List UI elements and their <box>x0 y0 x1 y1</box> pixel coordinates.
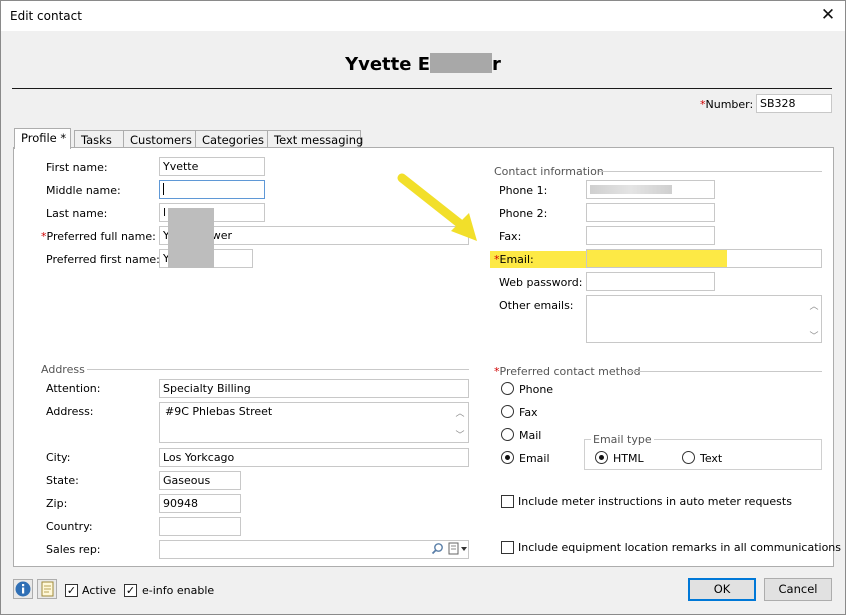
header-divider <box>12 88 832 89</box>
sales-rep-label: Sales rep: <box>46 543 101 556</box>
state-label: State: <box>46 474 79 487</box>
other-emails-field[interactable] <box>586 295 822 343</box>
contact-name-tail: r <box>492 54 501 75</box>
radio-text[interactable] <box>682 451 695 464</box>
tab-customers[interactable]: Customers <box>123 130 199 148</box>
equipment-remarks-checkbox[interactable] <box>501 541 514 554</box>
phone2-label: Phone 2: <box>499 207 548 220</box>
info-button[interactable] <box>13 579 33 599</box>
equipment-remarks-label: Include equipment location remarks in al… <box>518 541 842 554</box>
radio-mail[interactable] <box>501 428 514 441</box>
contact-info-title: Contact information <box>494 165 604 178</box>
radio-email-label: Email <box>519 452 550 465</box>
state-field[interactable]: Gaseous <box>159 471 241 490</box>
radio-fax-label: Fax <box>519 406 538 419</box>
address-label: Address: <box>46 405 94 418</box>
scroll-down-icon[interactable]: ﹀ <box>454 428 466 441</box>
phone1-field[interactable] <box>586 180 715 199</box>
fax-field[interactable] <box>586 226 715 245</box>
phone1-label: Phone 1: <box>499 184 548 197</box>
redaction-block <box>590 185 672 194</box>
radio-fax[interactable] <box>501 405 514 418</box>
tab-categories[interactable]: Categories <box>195 130 274 148</box>
notes-button[interactable] <box>37 579 57 599</box>
annotation-arrow-icon <box>397 173 477 241</box>
ok-button[interactable]: OK <box>688 578 756 601</box>
redaction-block <box>168 208 214 268</box>
number-label: *Number: <box>700 98 754 111</box>
edit-contact-dialog: Edit contact ✕ Yvette Er *Number: SB328 … <box>0 0 846 615</box>
contact-name-text: Yvette E <box>345 54 431 75</box>
address-divider <box>87 369 469 370</box>
radio-phone[interactable] <box>501 382 514 395</box>
notes-icon <box>41 581 54 597</box>
country-field[interactable] <box>159 517 241 536</box>
preferred-full-name-label: *Preferred full name: <box>41 230 156 243</box>
einfo-enable-checkbox[interactable]: ✓ <box>124 584 137 597</box>
scroll-down-icon[interactable]: ﹀ <box>808 329 820 342</box>
radio-text-label: Text <box>700 452 723 465</box>
attention-field[interactable]: Specialty Billing <box>159 379 469 398</box>
middle-name-label: Middle name: <box>46 184 121 197</box>
active-label: Active <box>82 584 117 597</box>
preferred-contact-title: *Preferred contact method <box>494 365 641 378</box>
middle-name-field[interactable] <box>159 180 265 199</box>
address-title: Address <box>41 363 85 376</box>
last-name-label: Last name: <box>46 207 108 220</box>
email-highlight-fill <box>587 250 727 267</box>
redaction-block <box>430 53 493 73</box>
email-label: *Email: <box>494 253 534 266</box>
title-bar: Edit contact ✕ <box>1 1 845 31</box>
city-field[interactable]: Los Yorkcago <box>159 448 469 467</box>
email-type-title: Email type <box>591 433 654 446</box>
preferred-contact-divider <box>628 371 822 372</box>
other-emails-label: Other emails: <box>499 299 574 312</box>
zip-label: Zip: <box>46 497 68 510</box>
attention-label: Attention: <box>46 382 101 395</box>
cancel-button[interactable]: Cancel <box>764 578 832 601</box>
active-checkbox[interactable]: ✓ <box>65 584 78 597</box>
sales-rep-field[interactable] <box>159 540 469 559</box>
radio-email[interactable] <box>501 451 514 464</box>
radio-mail-label: Mail <box>519 429 542 442</box>
number-field[interactable]: SB328 <box>756 94 832 113</box>
zip-field[interactable]: 90948 <box>159 494 241 513</box>
search-icon[interactable] <box>431 542 444 555</box>
preferred-first-name-label: Preferred first name: <box>46 253 160 266</box>
close-icon[interactable]: ✕ <box>817 5 839 27</box>
contact-info-divider <box>599 171 822 172</box>
web-password-label: Web password: <box>499 276 583 289</box>
info-icon <box>15 581 31 597</box>
einfo-enable-label: e-info enable <box>142 584 215 597</box>
contact-card-icon[interactable] <box>448 542 468 555</box>
first-name-field[interactable]: Yvette <box>159 157 265 176</box>
web-password-field[interactable] <box>586 272 715 291</box>
country-label: Country: <box>46 520 93 533</box>
address-field[interactable]: #9C Phlebas Street <box>159 402 469 443</box>
scroll-up-icon[interactable]: ︿ <box>454 406 466 419</box>
first-name-label: First name: <box>46 161 108 174</box>
radio-html[interactable] <box>595 451 608 464</box>
contact-name-heading: Yvette E r <box>1 53 845 75</box>
fax-label: Fax: <box>499 230 522 243</box>
scroll-up-icon[interactable]: ︿ <box>808 299 820 312</box>
meter-instructions-checkbox[interactable] <box>501 495 514 508</box>
tab-text-messaging[interactable]: Text messaging <box>267 130 363 148</box>
meter-instructions-label: Include meter instructions in auto meter… <box>518 495 792 508</box>
radio-phone-label: Phone <box>519 383 554 396</box>
phone2-field[interactable] <box>586 203 715 222</box>
window-title: Edit contact <box>10 9 82 23</box>
radio-html-label: HTML <box>613 452 644 465</box>
tab-profile[interactable]: Profile * <box>14 128 71 149</box>
city-label: City: <box>46 451 71 464</box>
